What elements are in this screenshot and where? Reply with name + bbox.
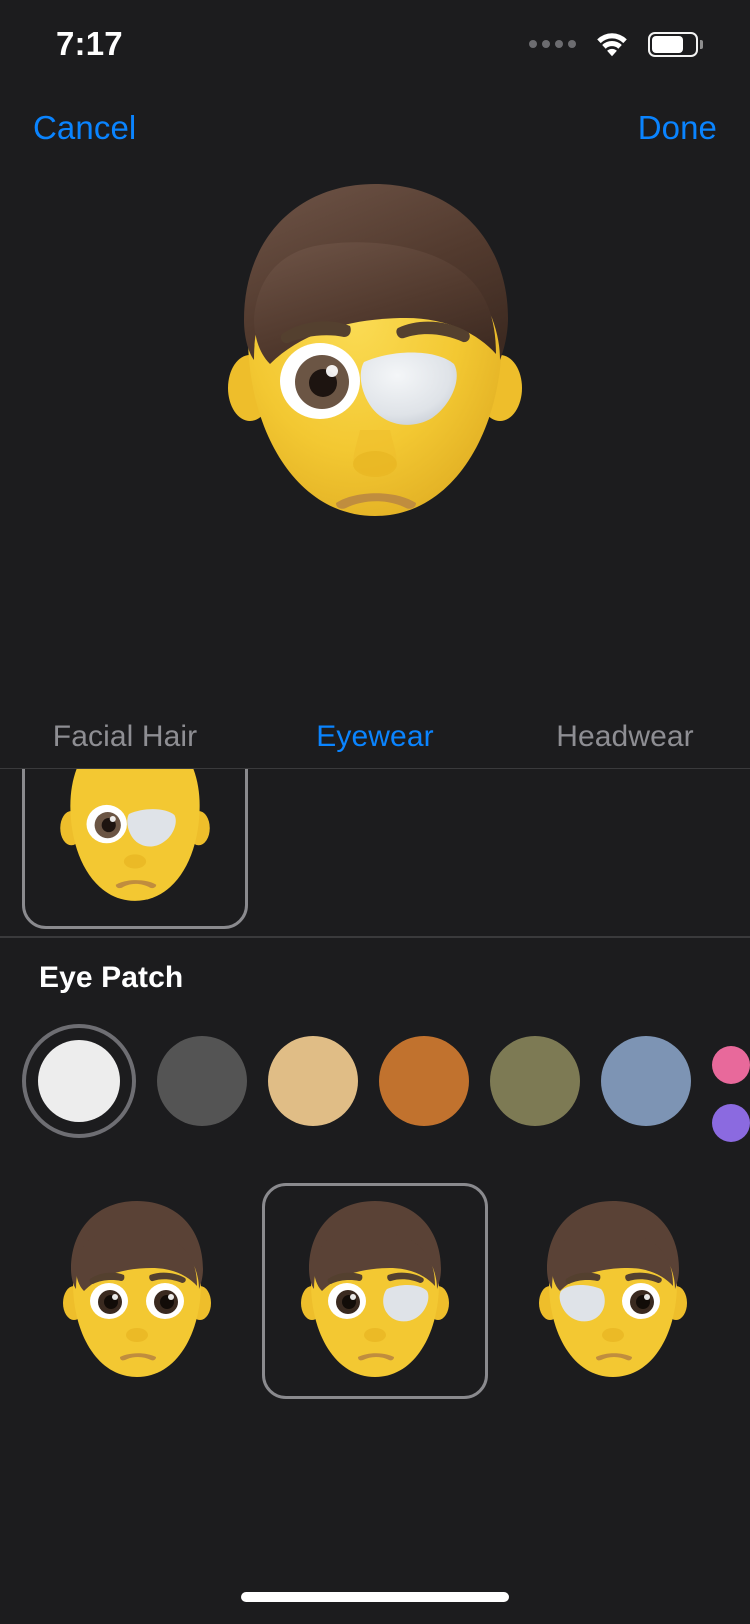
status-bar: 7:17	[0, 0, 750, 88]
color-swatch-orange-brown[interactable]	[379, 1036, 469, 1126]
cancel-button[interactable]: Cancel	[33, 109, 136, 147]
memoji-thumbnail-icon	[63, 1201, 211, 1377]
battery-icon	[648, 31, 703, 57]
category-tab-bar: Facial Hair Eyewear Headwear	[0, 706, 750, 768]
color-swatch-tan[interactable]	[268, 1036, 358, 1126]
color-swatch-blue-gray[interactable]	[601, 1036, 691, 1126]
memoji-editor-screen: 7:17 Cancel Done Facial Hair Eyewear Hea…	[0, 0, 750, 1624]
color-swatch-white[interactable]	[38, 1040, 120, 1122]
home-indicator[interactable]	[241, 1592, 509, 1602]
memoji-thumbnail-icon	[539, 1201, 687, 1377]
status-time: 7:17	[56, 25, 123, 62]
color-swatch-olive[interactable]	[490, 1036, 580, 1126]
memoji-thumbnail-icon	[60, 769, 210, 901]
variant-patch-left-eye[interactable]	[500, 1183, 726, 1399]
color-section-title: Eye Patch	[39, 961, 184, 994]
cellular-dots-icon	[529, 40, 576, 48]
memoji-thumbnail-icon	[301, 1201, 449, 1377]
tab-facial-hair[interactable]: Facial Hair	[0, 720, 250, 754]
memoji-preview	[228, 184, 522, 516]
eye-patch-variant-row[interactable]	[0, 1183, 750, 1408]
color-swatch-dark-gray[interactable]	[157, 1036, 247, 1126]
memoji-preview-area	[0, 168, 750, 698]
section-divider	[0, 936, 750, 938]
eyewear-option-eye-patch[interactable]	[22, 769, 248, 929]
tab-eyewear[interactable]: Eyewear	[250, 720, 500, 754]
variant-patch-right-eye[interactable]	[262, 1183, 488, 1399]
color-swatch-row[interactable]	[0, 1024, 750, 1142]
done-button[interactable]: Done	[638, 109, 717, 147]
status-indicators	[529, 31, 703, 57]
tab-headwear[interactable]: Headwear	[500, 720, 750, 754]
nav-bar: Cancel Done	[0, 96, 750, 160]
color-swatch-white-wrap[interactable]	[22, 1024, 136, 1138]
variant-no-patch[interactable]	[24, 1183, 250, 1399]
eyewear-option-strip[interactable]	[0, 769, 750, 936]
color-swatch-purple[interactable]	[712, 1104, 750, 1142]
wifi-icon	[595, 32, 629, 57]
color-swatch-pink[interactable]	[712, 1046, 750, 1084]
